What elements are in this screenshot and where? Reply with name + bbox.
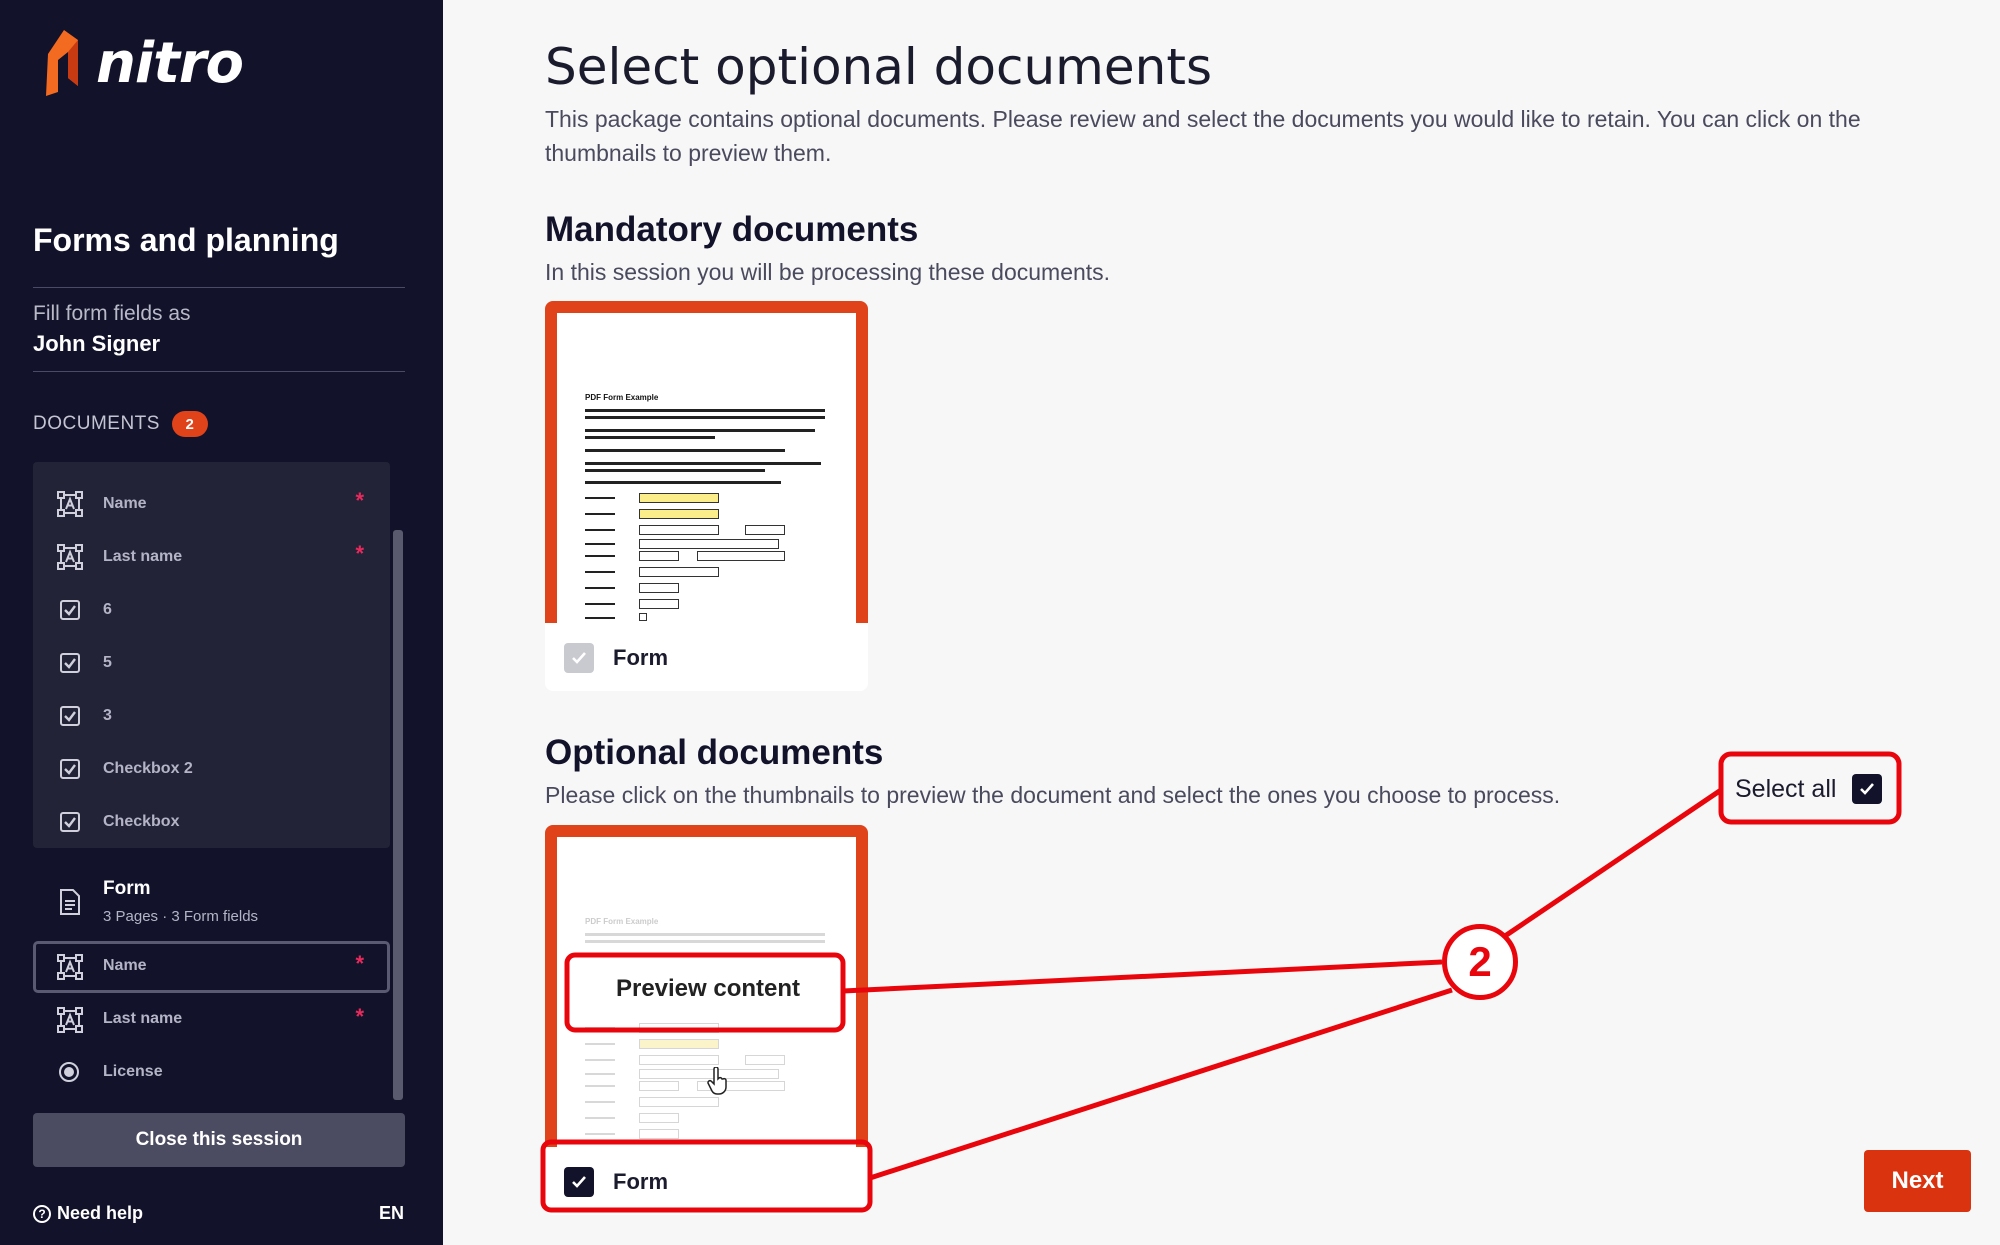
documents-count-badge: 2 [171,411,208,437]
optional-document-checkbox[interactable] [564,1167,594,1197]
page-intro: This package contains optional documents… [545,106,1861,166]
check-icon [572,1176,586,1188]
preview-content-button[interactable]: Preview content [577,961,839,1017]
select-all-checkbox[interactable] [1852,774,1883,804]
session-title: Forms and planning [33,222,339,258]
document-icon [58,888,82,916]
optional-document-card[interactable]: PDF Form Example Preview content Form [545,825,868,1215]
field-label: Last name [103,1010,183,1027]
select-all-toggle[interactable]: Select all [1735,774,1883,804]
mandatory-document-card[interactable]: PDF Form Example Form [545,301,868,691]
text-field-icon [57,491,83,517]
field-label: Checkbox [103,813,180,830]
annotation-number-badge: 2 [1442,924,1518,1000]
checkbox-icon [57,703,83,729]
page-title: Select optional documents [545,38,1212,96]
fill-as-label: Fill form fields as [33,302,191,325]
checkbox-icon [57,756,83,782]
document-name: Form [103,878,151,899]
hand-cursor-icon [707,1067,727,1095]
field-item-last-name[interactable]: Last name * [33,531,390,583]
required-marker: * [355,541,364,566]
text-field-icon [57,544,83,570]
field-item-3[interactable]: 3 [33,690,390,742]
document-thumbnail[interactable]: PDF Form Example [545,301,868,623]
field-label: 3 [103,707,112,724]
required-marker: * [355,488,364,513]
field-label: 6 [103,601,112,618]
checkbox-icon [57,597,83,623]
sidebar-document-form[interactable]: Form 3 Pages · 3 Form fields [33,868,390,938]
check-icon [572,652,586,664]
thumbnail-title: PDF Form Example [585,917,659,926]
mandatory-heading: Mandatory documents [545,210,919,249]
language-selector[interactable]: EN [379,1203,404,1224]
thumbnail-title: PDF Form Example [585,393,659,402]
field-label: Last name [103,548,183,565]
field-label: License [103,1063,163,1080]
field-label: 5 [103,654,112,671]
nitro-logo: nitro [44,30,244,96]
nitro-logo-icon [46,30,78,96]
mandatory-checkbox [564,643,594,673]
thumbnail-page: PDF Form Example Preview content [557,837,856,1147]
checkbox-icon [57,809,83,835]
thumbnail-page: PDF Form Example [557,313,856,623]
optional-heading: Optional documents [545,733,884,772]
close-session-button[interactable]: Close this session [33,1113,405,1167]
need-help-link[interactable]: ? Need help [33,1203,143,1224]
document-thumbnail[interactable]: PDF Form Example Preview content [545,825,868,1147]
field-label: Checkbox 2 [103,760,193,777]
doc-field-last-name[interactable]: Last name * [33,994,390,1046]
field-item-5[interactable]: 5 [33,637,390,689]
radio-icon [57,1060,83,1086]
card-footer[interactable]: Form [545,1147,868,1215]
sidebar-scrollbar[interactable] [393,530,403,1100]
mandatory-subtitle: In this session you will be processing t… [545,259,1111,285]
required-marker: * [355,951,364,976]
optional-subtitle: Please click on the thumbnails to previe… [545,782,1561,808]
field-item-checkbox-2[interactable]: Checkbox 2 [33,743,390,795]
doc-field-license[interactable]: License [33,1047,390,1099]
document-meta: 3 Pages · 3 Form fields [103,908,259,925]
field-label: Name [103,957,147,974]
doc-field-name[interactable]: Name * [33,941,390,993]
documents-label: DOCUMENTS [33,413,160,434]
divider [33,371,405,372]
field-label: Name [103,495,147,512]
required-marker: * [355,1004,364,1029]
field-item-6[interactable]: 6 [33,584,390,636]
help-icon: ? [33,1204,51,1223]
field-item-checkbox[interactable]: Checkbox [33,796,390,848]
card-footer: Form [545,623,868,691]
documents-header: DOCUMENTS 2 [33,411,208,437]
text-field-icon [57,954,83,980]
select-all-label: Select all [1735,774,1837,803]
checkbox-icon [57,650,83,676]
main-content: Select optional documents This package c… [443,0,2000,1245]
help-label: Need help [57,1203,144,1223]
card-document-name: Form [613,645,668,670]
text-field-icon [57,1007,83,1033]
brand-name: nitro [96,30,244,96]
next-button[interactable]: Next [1864,1150,1971,1212]
divider [33,287,405,288]
fields-panel: Name * Last name * 6 5 3 Checkbox 2 Chec… [33,462,390,848]
field-item-name[interactable]: Name * [33,478,390,530]
signer-name: John Signer [33,331,161,356]
sidebar: nitro Forms and planning Fill form field… [0,0,443,1245]
check-icon [1860,783,1875,795]
card-document-name: Form [613,1169,668,1194]
